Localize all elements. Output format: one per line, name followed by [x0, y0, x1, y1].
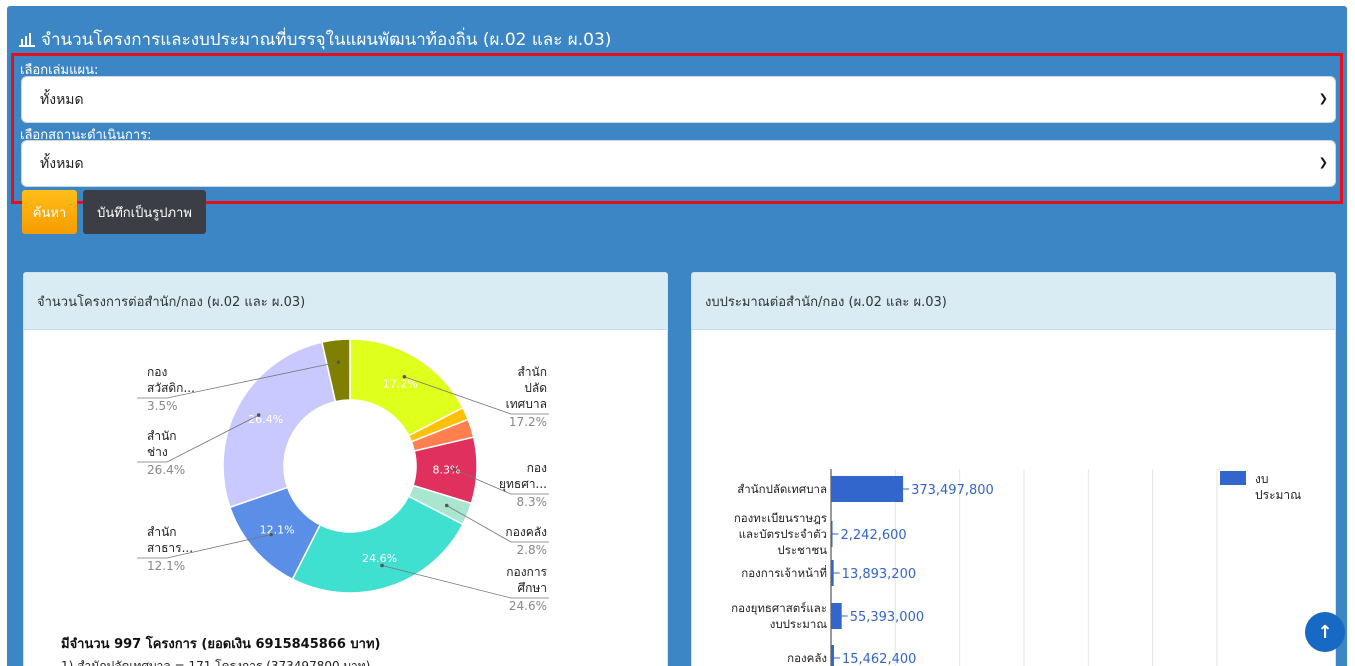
bar[interactable] [831, 603, 842, 629]
bar-category-label: และบัตรประจำตัว [739, 527, 827, 541]
bar-category-label: กองการเจ้าหน้าที่ [741, 565, 827, 580]
pie-label: สำนัก [147, 525, 177, 539]
bar[interactable] [831, 521, 833, 547]
pie-label: เทศบาล [506, 397, 547, 411]
pie-percent-label: 3.5% [147, 399, 178, 413]
pie-slice-inner-label: 8.3% [432, 463, 460, 476]
bar-category-label: สำนักปลัดเทศบาล [737, 482, 827, 496]
summary-total: มีจำนวน 997 โครงการ (ยอดเงิน 6915845866 … [61, 637, 381, 652]
legend-label: ประมาณ [1255, 488, 1301, 502]
bar-category-label: งบประมาณ [770, 617, 828, 631]
pie-label: สำนัก [147, 429, 177, 443]
pie-leader-dot [452, 467, 457, 472]
bar-chart-icon [19, 32, 35, 47]
bar[interactable] [831, 645, 834, 666]
scroll-top-button[interactable]: ↑ [1305, 612, 1345, 652]
pie-percent-label: 8.3% [517, 495, 548, 509]
bar-category-label: กองคลัง [787, 651, 827, 665]
highlight-box [11, 53, 1343, 204]
projects-card: จำนวนโครงการต่อสำนัก/กอง (ผ.02 และ ผ.03)… [23, 272, 668, 666]
pie-percent-label: 17.2% [509, 415, 547, 429]
pie-label: ยุทธศา... [499, 477, 547, 492]
pie-label: ช่าง [147, 445, 168, 459]
budget-card: งบประมาณต่อสำนัก/กอง (ผ.02 และ ผ.03) 373… [691, 272, 1336, 666]
budget-card-title: งบประมาณต่อสำนัก/กอง (ผ.02 และ ผ.03) [692, 273, 1335, 330]
panel-title-text: จำนวนโครงการและงบประมาณที่บรรจุในแผนพัฒน… [41, 30, 612, 50]
summary-line-1: 1) สำนักปลัดเทศบาล = 171 โครงการ (373497… [61, 659, 371, 666]
pie-leader-dot [269, 532, 273, 537]
pie-slice-inner-label: 12.1% [260, 523, 295, 536]
bar-value-label: 15,462,400 [842, 652, 916, 666]
pie-percent-label: 2.8% [517, 543, 548, 557]
pie-label: กองคลัง [505, 525, 547, 539]
pie-label: กอง [527, 461, 547, 475]
bar-value-label: 373,497,800 [911, 483, 994, 498]
pie-percent-label: 26.4% [147, 463, 185, 477]
bar-chart: 373,497,800 สำนักปลัดเทศบาล 2,242,600 กองทะ… [731, 469, 1301, 666]
pie-slice-inner-label: 26.4% [248, 413, 283, 426]
pie-slice-inner-label: 24.6% [362, 552, 397, 565]
bar-value-label: 55,393,000 [850, 610, 924, 625]
pie-slice[interactable] [291, 495, 464, 594]
panel-title: จำนวนโครงการและงบประมาณที่บรรจุในแผนพัฒน… [19, 26, 611, 53]
pie-label: กอง [147, 365, 167, 379]
bar-category-label: กองยุทธศาสตร์และ [731, 601, 827, 615]
bar-value-label: 13,893,200 [842, 567, 916, 582]
bar-category-label: ประชาชน [777, 543, 827, 557]
bar-value-label: 2,242,600 [841, 528, 907, 543]
legend-label: งบ [1255, 472, 1268, 486]
pie-label: ปลัด [524, 381, 547, 395]
bar[interactable] [831, 476, 904, 502]
pie-percent-label: 12.1% [147, 559, 185, 573]
save-image-button[interactable]: บันทึกเป็นรูปภาพ [83, 190, 206, 234]
bar-category-label: กองทะเบียนราษฎร [734, 511, 827, 525]
pie-leader-dot [256, 413, 261, 417]
pie-percent-label: 24.6% [509, 599, 547, 613]
projects-card-title: จำนวนโครงการต่อสำนัก/กอง (ผ.02 และ ผ.03) [24, 273, 667, 330]
pie-label: สำนัก [517, 365, 547, 379]
pie-label: ศึกษา [517, 581, 547, 595]
pie-leader-dot [336, 360, 341, 364]
pie-chart: 17.2%สำนักปลัดเทศบาล17.2%8.3% กองยุทธศา..… [137, 338, 549, 613]
legend-swatch [1220, 471, 1246, 485]
pie-leader-dot [380, 563, 384, 568]
pie-label: กองการ [506, 565, 547, 579]
pie-leader-dot [444, 503, 449, 508]
main-panel: จำนวนโครงการและงบประมาณที่บรรจุในแผนพัฒน… [7, 6, 1347, 666]
pie-label: สาธาร... [147, 541, 193, 555]
bar[interactable] [831, 560, 834, 586]
pie-leader-dot [402, 374, 407, 379]
pie-label: สวัสดิก... [147, 381, 195, 395]
search-button[interactable]: ค้นหา [22, 190, 77, 234]
